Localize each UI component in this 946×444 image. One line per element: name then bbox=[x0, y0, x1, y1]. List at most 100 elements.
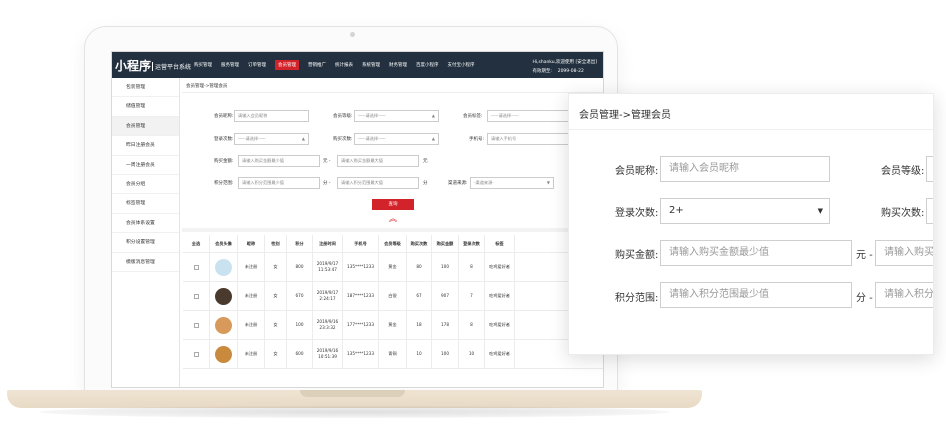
points-separator: 分 - bbox=[323, 181, 331, 186]
table-cell-nickname: 未注册 bbox=[238, 282, 265, 310]
table-cell-level: 青铜 bbox=[379, 340, 407, 368]
sidebar: 包装管理 储值管理 会员管理 昨日注册会员 一周注册会员 会员分组 标签管理 会员体系设置 积分… bbox=[112, 78, 180, 387]
table-header-cell: 昵称 bbox=[238, 235, 265, 252]
row-checkbox-cell bbox=[183, 282, 210, 310]
expiry-date: 2099-08-22 bbox=[557, 69, 584, 74]
popup-level-select[interactable] bbox=[926, 156, 933, 182]
phone-input[interactable]: 请输入手机号 bbox=[487, 133, 571, 145]
buy-amount-max-input[interactable]: 请输入购买金额最大值 bbox=[337, 155, 419, 167]
table-row[interactable]: 未注册女 100 2019/9/16 23:3:32 177****1233 黄金 18 1… bbox=[183, 311, 603, 340]
row-checkbox[interactable] bbox=[193, 351, 199, 357]
laptop-camera bbox=[350, 32, 355, 37]
table-cell-amount: 100 bbox=[432, 340, 459, 368]
popup-login-select[interactable]: 2+ ▼ bbox=[660, 198, 830, 224]
sidebar-item[interactable]: 一周注册会员 bbox=[112, 156, 179, 175]
table-header-cell: 购买次数 bbox=[407, 235, 432, 252]
table-cell-level: 白银 bbox=[379, 282, 407, 310]
sidebar-item[interactable]: 积分设置管理 bbox=[112, 233, 179, 253]
table-row[interactable]: 未注册女 800 2019/9/17 11:53:47 135****1233 黄金 80… bbox=[183, 253, 603, 282]
table-cell-level: 黄金 bbox=[379, 253, 407, 281]
tag-label: 会员标签: bbox=[463, 114, 483, 119]
nav-item[interactable]: 财务管理 bbox=[389, 62, 407, 70]
avatar bbox=[215, 258, 232, 276]
table-row[interactable]: 未注册女 600 2019/9/16 10:51:39 135****1233 青铜 10… bbox=[183, 340, 603, 369]
table-cell-points: 670 bbox=[287, 282, 313, 310]
sidebar-item[interactable]: 储值管理 bbox=[112, 97, 179, 117]
table-cell-amount: 100 bbox=[432, 253, 459, 281]
popup-points-max-input[interactable]: 请输入积分范围最大值 bbox=[875, 282, 933, 308]
row-checkbox-cell bbox=[183, 253, 210, 281]
breadcrumb-divider bbox=[182, 92, 603, 93]
tag-select[interactable]: -----请选择----- bbox=[487, 110, 571, 122]
table-cell-tag: 吃鸡爱好者 bbox=[485, 311, 515, 339]
points-unit: 分 bbox=[423, 181, 428, 186]
popup-buy-amount-min-input[interactable]: 请输入购买金额最少值 bbox=[660, 240, 852, 266]
row-checkbox[interactable] bbox=[193, 264, 199, 270]
table-cell-gender: 女 bbox=[265, 311, 287, 339]
nickname-input[interactable]: 请输入会员昵称 bbox=[234, 110, 309, 122]
login-select[interactable]: -----请选择----- ▲ bbox=[234, 133, 309, 145]
table-header-cell: 性别 bbox=[265, 235, 287, 252]
popup-buy-amount-max-input[interactable]: 请输入购买金额最大值 bbox=[875, 240, 933, 266]
table-cell-phone: 177****1233 bbox=[343, 311, 379, 339]
table-cell-tag: 吃鸡爱好者 bbox=[485, 340, 515, 368]
popup-nickname-input[interactable]: 请输入会员昵称 bbox=[660, 156, 830, 182]
points-min-input[interactable]: 请输入积分范围最少值 bbox=[238, 177, 320, 189]
sidebar-item[interactable]: 会员管理 bbox=[112, 116, 179, 137]
popup-points-min-input[interactable]: 请输入积分范围最少值 bbox=[660, 282, 852, 308]
user-greeting[interactable]: Hi,shanku,欢迎使用 [安全退出] bbox=[532, 58, 597, 67]
nav-item[interactable]: 营销推广 bbox=[308, 62, 326, 70]
card-header: 会员管理->管理会员 bbox=[569, 94, 933, 130]
nav-item[interactable]: 系统管理 bbox=[362, 62, 380, 70]
table-cell-gender: 女 bbox=[265, 282, 287, 310]
nav-item[interactable]: 会员管理 bbox=[275, 60, 299, 70]
table-cell-gender: 女 bbox=[265, 340, 287, 368]
laptop-screen: 小程序 运营平台系统 购买管理 服务管理 订单管理 会员管理 营销推广 统计报表 系统管理财… bbox=[111, 51, 604, 388]
expiry-label: 有效期至: bbox=[532, 69, 552, 74]
query-button[interactable]: 查询 bbox=[372, 199, 414, 210]
source-select[interactable]: -渠道来源- ▼ bbox=[470, 177, 554, 189]
table-header-cell[interactable]: 全选 bbox=[183, 235, 210, 252]
row-checkbox[interactable] bbox=[193, 293, 199, 299]
main-content: 会员管理->管理会员 会员昵称: 请输入会员昵称 会员等级: -----请选择-… bbox=[182, 78, 603, 387]
table-header-cell: 注册时间 bbox=[313, 235, 343, 252]
table-header-cell: 登录次数 bbox=[459, 235, 485, 252]
avatar bbox=[215, 287, 232, 305]
nav-item[interactable]: 支付宝小程序 bbox=[448, 62, 475, 70]
card-title: 会员管理->管理会员 bbox=[579, 110, 671, 121]
table-header-cell: 会员头像 bbox=[210, 235, 238, 252]
avatar-cell bbox=[210, 282, 238, 310]
nav-item[interactable]: 购买管理 bbox=[194, 62, 212, 70]
buy-amount-min-input[interactable]: 请输入购买金额最少值 bbox=[238, 155, 320, 167]
sidebar-item[interactable]: 会员分组 bbox=[112, 175, 179, 195]
nav-item[interactable]: 订单管理 bbox=[248, 62, 266, 70]
sidebar-item[interactable]: 包装管理 bbox=[112, 78, 179, 98]
table-cell-amount: 178 bbox=[432, 311, 459, 339]
table-header-cell: 会员等级 bbox=[379, 235, 407, 252]
nav-item[interactable]: 统计报表 bbox=[335, 62, 353, 70]
popup-level-label: 会员等级: bbox=[881, 166, 925, 177]
table-cell-phone: 135****1233 bbox=[343, 253, 379, 281]
table-cell-logins: 8 bbox=[459, 253, 485, 281]
nav-item[interactable]: 百度小程序 bbox=[416, 62, 439, 70]
points-max-input[interactable]: 请输入积分范围最大值 bbox=[337, 177, 419, 189]
double-chevron-up-icon[interactable]: ︽ bbox=[389, 213, 397, 224]
buy-times-select[interactable]: -----请选择----- ▲ bbox=[354, 133, 439, 145]
breadcrumb: 会员管理->管理会员 bbox=[186, 84, 228, 89]
table-cell-tag: 吃鸡爱好者 bbox=[485, 282, 515, 310]
sidebar-item[interactable]: 标签管理 bbox=[112, 194, 179, 214]
nav-item[interactable]: 服务管理 bbox=[221, 62, 239, 70]
avatar-cell bbox=[210, 311, 238, 339]
popup-buy-times-select[interactable] bbox=[926, 198, 933, 224]
level-select[interactable]: -----请选择----- ▲ bbox=[354, 110, 439, 122]
sidebar-item[interactable]: 模版消息管理 bbox=[112, 253, 179, 272]
table-row[interactable]: 未注册女 670 2019/9/17 2:24:17 187****1233 白银 67 9… bbox=[183, 282, 603, 311]
popup-points-separator: 分 - bbox=[856, 293, 873, 304]
row-checkbox[interactable] bbox=[193, 322, 199, 328]
sidebar-item[interactable]: 昨日注册会员 bbox=[112, 136, 179, 156]
table-cell-nickname: 未注册 bbox=[238, 340, 265, 368]
laptop-notch bbox=[300, 390, 405, 397]
table-cell-nickname: 未注册 bbox=[238, 253, 265, 281]
table-cell-buy-times: 80 bbox=[407, 253, 432, 281]
sidebar-item[interactable]: 会员体系设置 bbox=[112, 214, 179, 234]
